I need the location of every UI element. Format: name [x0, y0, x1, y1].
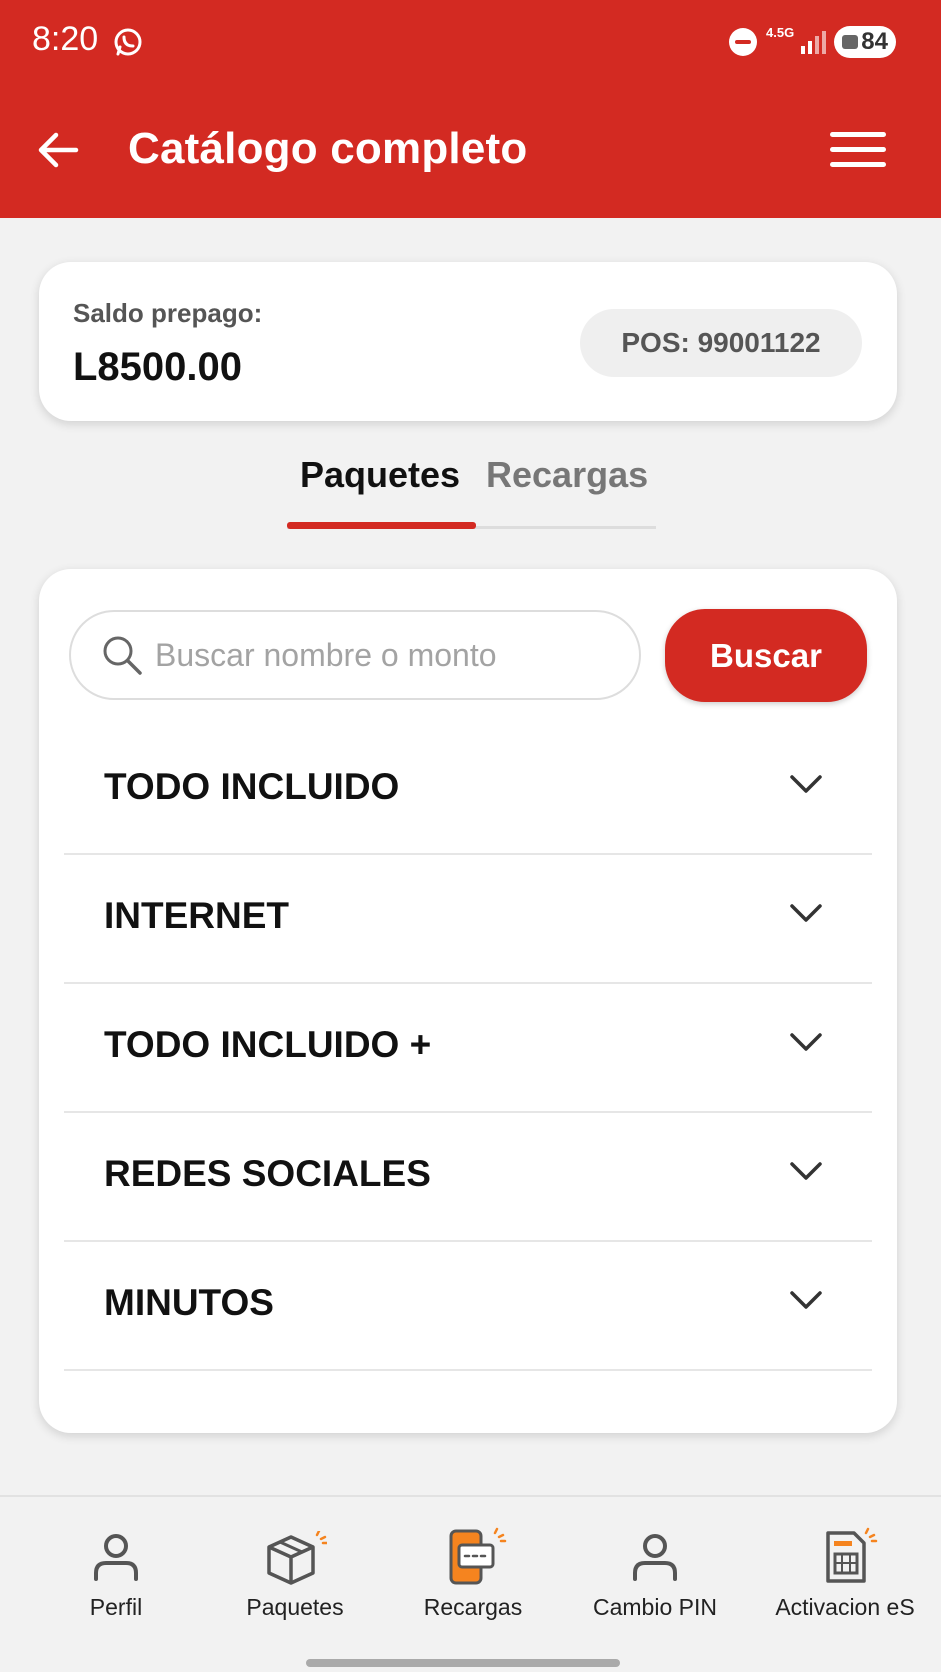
search-box	[69, 610, 641, 700]
nav-label: Activacion eS	[775, 1594, 915, 1620]
pos-badge: POS: 99001122	[580, 309, 862, 377]
tab-recargas[interactable]: Recargas	[486, 454, 648, 496]
sim-card-icon	[826, 1527, 878, 1583]
category-todo-incluido[interactable]: TODO INCLUIDO	[64, 726, 872, 855]
category-internet[interactable]: INTERNET	[64, 855, 872, 984]
phone-card-icon	[449, 1527, 507, 1585]
package-box-icon	[267, 1531, 327, 1585]
category-label: INTERNET	[104, 895, 289, 936]
category-label: TODO INCLUIDO	[104, 766, 400, 807]
chevron-down-icon	[790, 775, 822, 793]
home-indicator[interactable]	[306, 1659, 620, 1667]
category-redes-sociales[interactable]: REDES SOCIALES	[64, 1113, 872, 1242]
category-todo-incluido-plus[interactable]: TODO INCLUIDO +	[64, 984, 872, 1113]
nav-item-cambio-pin[interactable]: Cambio PIN	[580, 1497, 730, 1627]
category-minutos[interactable]: MINUTOS	[64, 1242, 872, 1371]
bottom-navigation: Perfil Paquetes Recargas Cambio PIN Acti…	[0, 1495, 941, 1672]
category-label: MINUTOS	[104, 1282, 274, 1323]
search-icon	[103, 636, 142, 675]
hamburger-menu-icon[interactable]	[828, 130, 886, 170]
category-list: TODO INCLUIDO INTERNET TODO INCLUIDO + R…	[64, 726, 872, 1371]
category-label: REDES SOCIALES	[104, 1153, 431, 1194]
nav-item-recargas[interactable]: Recargas	[413, 1497, 533, 1627]
battery-level: 84	[861, 28, 888, 55]
chevron-down-icon	[790, 1291, 822, 1309]
nav-label: Perfil	[89, 1594, 143, 1620]
app-bar: 8:20 4.5G 84 Catálogo completo	[0, 0, 941, 218]
nav-item-activacion-esim[interactable]: Activacion eS	[770, 1497, 920, 1627]
tab-paquetes[interactable]: Paquetes	[300, 454, 460, 496]
person-icon	[633, 1534, 677, 1581]
balance-label: Saldo prepago:	[73, 298, 263, 328]
do-not-disturb-icon	[729, 28, 757, 56]
person-icon	[94, 1534, 138, 1581]
chevron-down-icon	[790, 1033, 822, 1051]
signal-icon	[801, 31, 826, 54]
nav-label: Cambio PIN	[593, 1594, 717, 1620]
battery-icon: 84	[834, 26, 896, 58]
catalog-card: Buscar TODO INCLUIDO INTERNET TODO INCLU…	[39, 569, 897, 1433]
chevron-down-icon	[790, 904, 822, 922]
whatsapp-icon	[114, 28, 142, 56]
active-tab-indicator	[287, 522, 476, 529]
back-arrow-icon[interactable]	[36, 128, 80, 172]
network-type: 4.5G	[766, 25, 795, 40]
nav-label: Recargas	[423, 1594, 523, 1620]
balance-value: L8500.00	[73, 345, 243, 389]
nav-label: Paquetes	[246, 1594, 344, 1620]
category-label: TODO INCLUIDO +	[104, 1024, 432, 1065]
page-title: Catálogo completo	[128, 124, 528, 173]
nav-item-paquetes[interactable]: Paquetes	[235, 1497, 355, 1627]
chevron-down-icon	[790, 1162, 822, 1180]
search-input[interactable]	[155, 636, 615, 674]
search-button[interactable]: Buscar	[665, 609, 867, 702]
balance-card: Saldo prepago: L8500.00 POS: 99001122	[39, 262, 897, 421]
status-time: 8:20	[32, 20, 99, 58]
nav-item-perfil[interactable]: Perfil	[56, 1497, 176, 1627]
